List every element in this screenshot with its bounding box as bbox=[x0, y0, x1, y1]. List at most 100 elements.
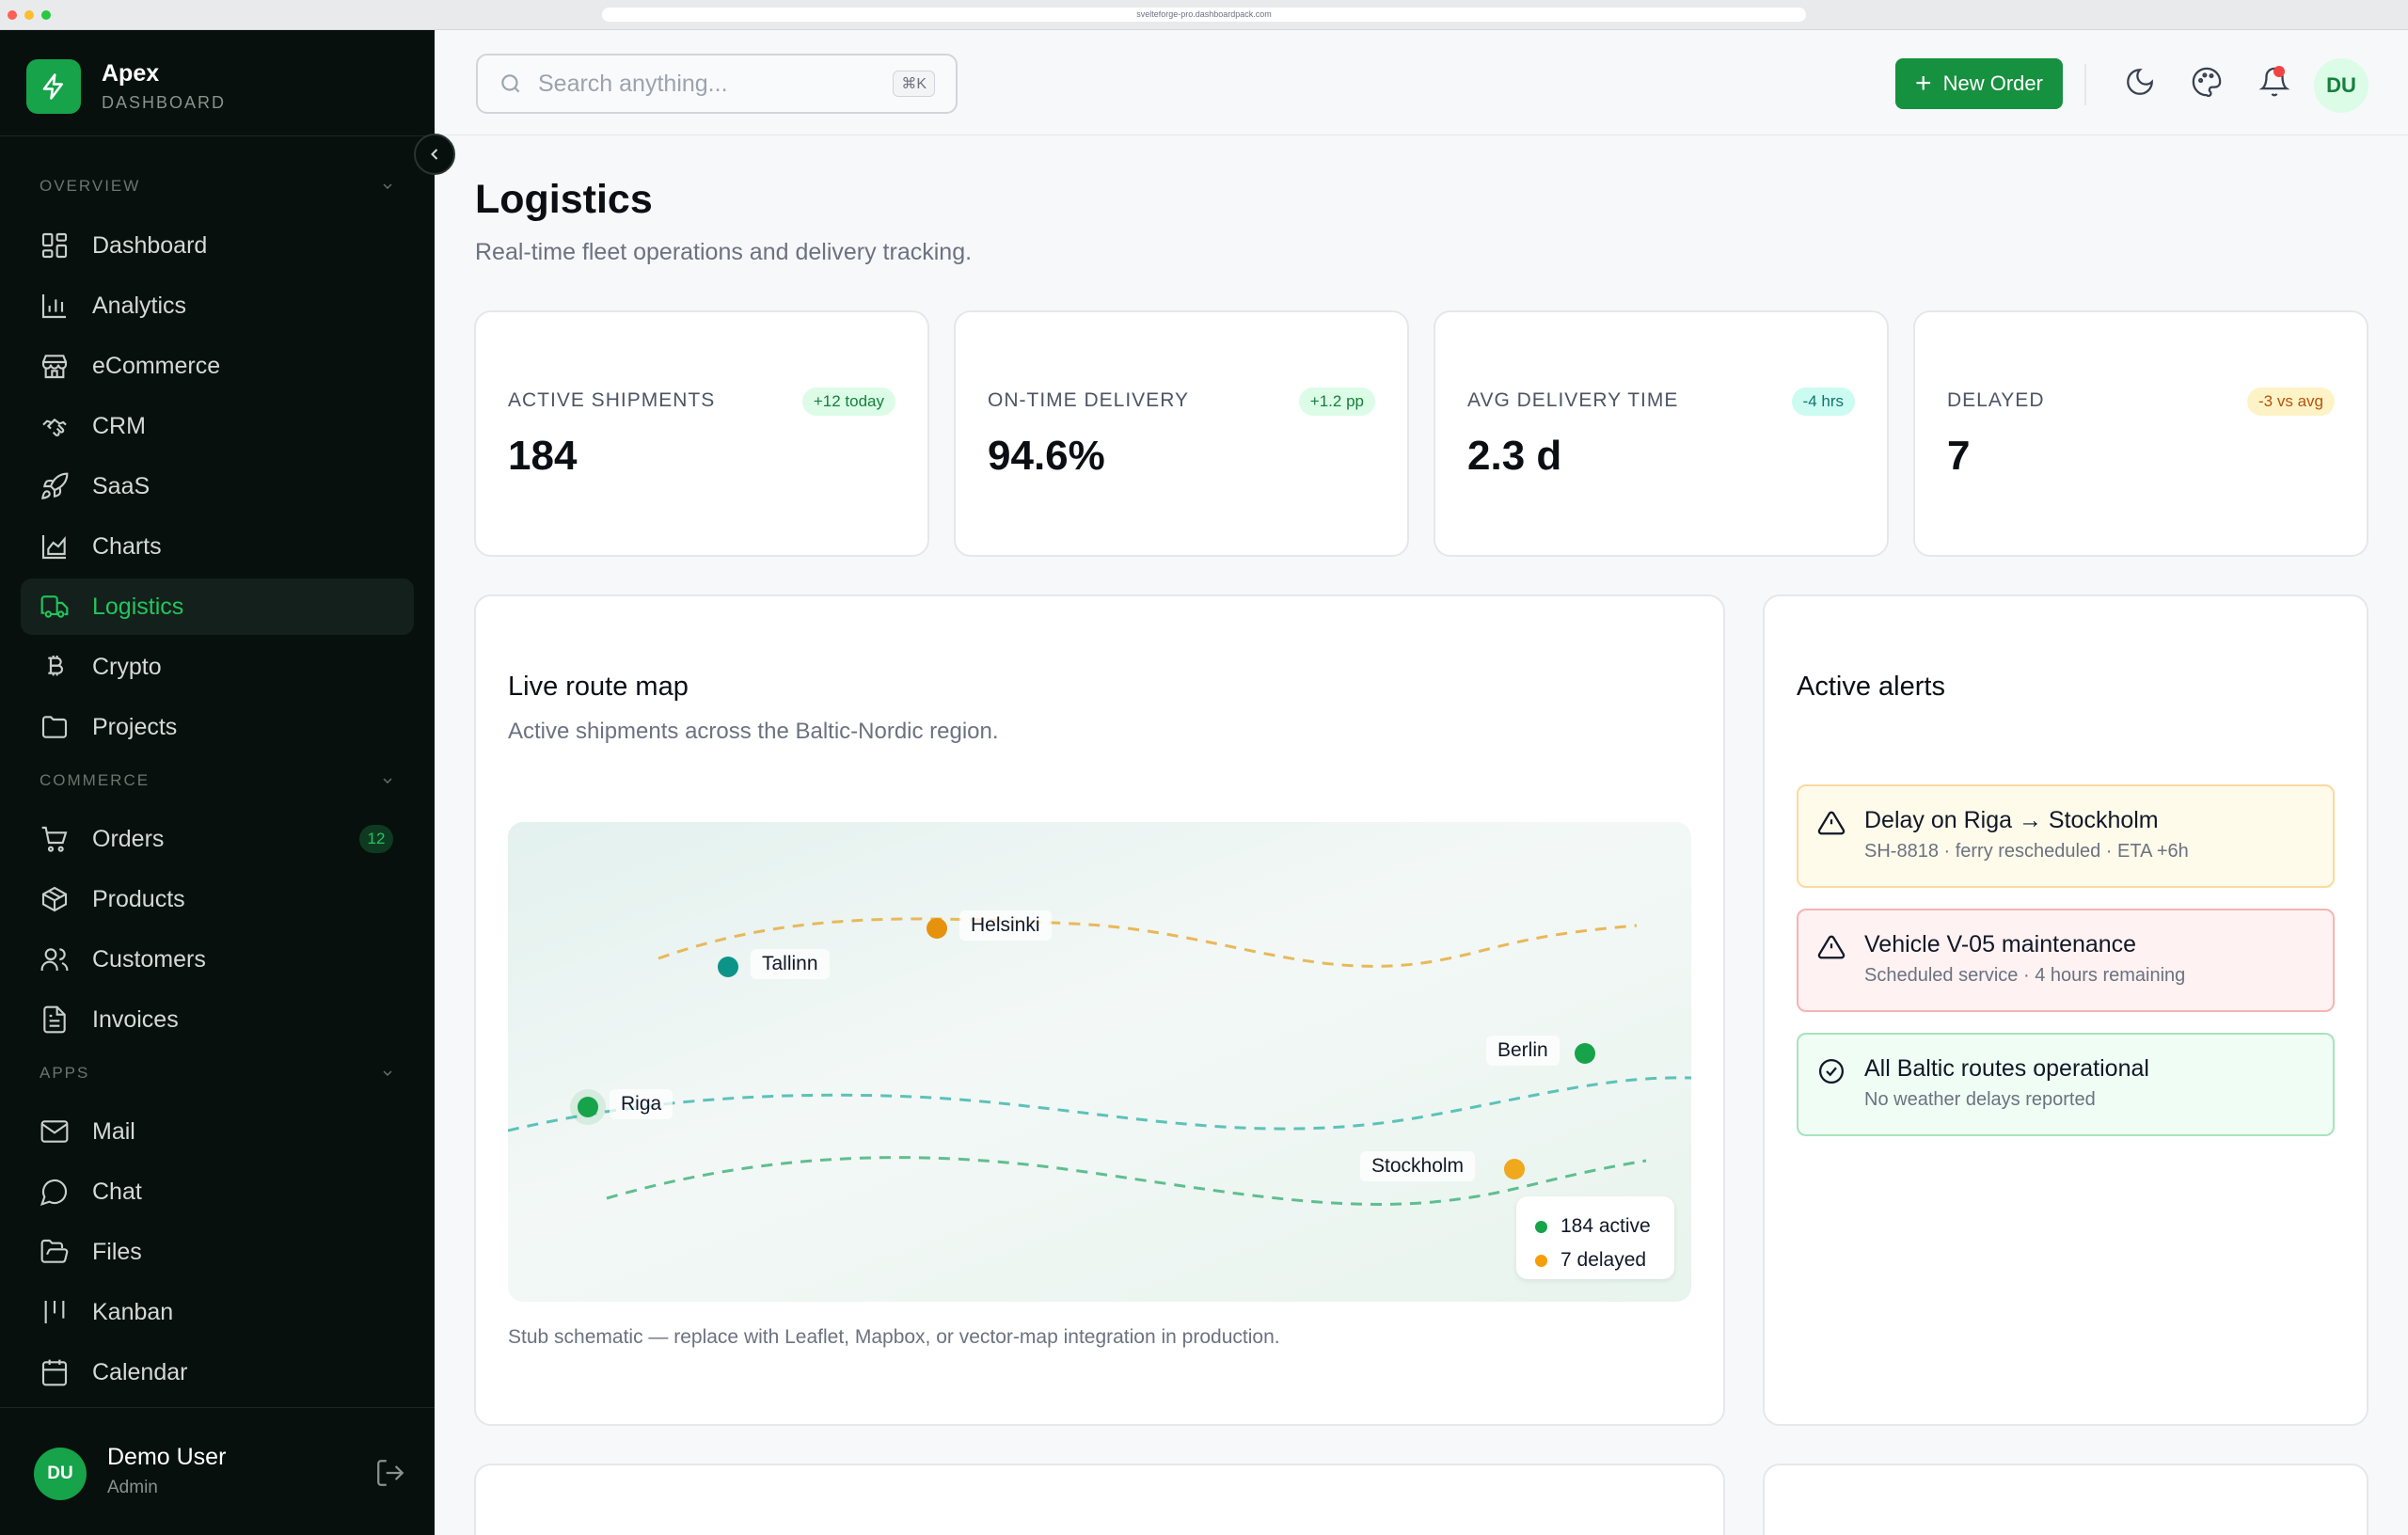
folder-icon bbox=[41, 716, 68, 738]
brand[interactable]: Apex DASHBOARD bbox=[26, 58, 226, 115]
user-profile[interactable]: DU Demo User Admin bbox=[0, 1407, 435, 1535]
sidebar-item-label: Crypto bbox=[92, 653, 162, 680]
alert-item-operational[interactable]: All Baltic routes operational No weather… bbox=[1797, 1033, 2335, 1136]
sidebar-collapse-button[interactable] bbox=[414, 134, 455, 175]
chat-icon bbox=[40, 1179, 68, 1207]
avatar[interactable]: DU bbox=[2314, 58, 2368, 113]
box-icon bbox=[41, 886, 68, 912]
sidebar-item-label: Files bbox=[92, 1238, 142, 1265]
search-icon bbox=[501, 74, 520, 93]
browser-chrome: svelteforge-pro.dashboardpack.com bbox=[0, 0, 2408, 30]
kpi-card-on-time-delivery: ON-TIME DELIVERY +1.2 pp 94.6% bbox=[954, 310, 1409, 557]
sidebar-item-charts[interactable]: Charts bbox=[21, 518, 414, 575]
sidebar-item-mail[interactable]: Mail bbox=[21, 1103, 414, 1160]
alert-item-delay[interactable]: Delay on Riga → Stockholm SH-8818 · ferr… bbox=[1797, 784, 2335, 888]
file-icon bbox=[43, 1005, 66, 1034]
map-marker-tallinn[interactable] bbox=[718, 957, 738, 977]
sidebar-item-crm[interactable]: CRM bbox=[21, 398, 414, 454]
section-label: OVERVIEW bbox=[40, 177, 141, 195]
bitcoin-icon bbox=[48, 656, 64, 676]
sidebar-item-products[interactable]: Products bbox=[21, 871, 414, 927]
sidebar-item-label: Products bbox=[92, 885, 185, 912]
sidebar-item-chat[interactable]: Chat bbox=[21, 1163, 414, 1220]
city-label-riga: Riga bbox=[610, 1089, 673, 1119]
kpi-card-avg-delivery-time: AVG DELIVERY TIME -4 hrs 2.3 d bbox=[1434, 310, 1889, 557]
palette-icon[interactable] bbox=[2191, 66, 2223, 98]
close-window-dot[interactable] bbox=[8, 10, 17, 20]
chevron-down-icon bbox=[383, 183, 392, 189]
sidebar-item-label: Projects bbox=[92, 713, 178, 740]
alert-subtitle: No weather delays reported bbox=[1864, 1089, 2096, 1110]
alert-title: Delay on Riga → Stockholm bbox=[1864, 807, 2159, 833]
section-header-overview[interactable]: OVERVIEW bbox=[40, 177, 395, 196]
map-marker-helsinki[interactable] bbox=[927, 918, 947, 939]
address-bar[interactable]: svelteforge-pro.dashboardpack.com bbox=[602, 8, 1806, 22]
warning-triangle-icon bbox=[1817, 935, 1846, 959]
brand-name: Apex bbox=[102, 60, 160, 87]
city-label-berlin: Berlin bbox=[1486, 1036, 1560, 1066]
section-header-apps[interactable]: APPS bbox=[40, 1064, 395, 1083]
sidebar-item-projects[interactable]: Projects bbox=[21, 699, 414, 755]
map-legend: 184 active 7 delayed bbox=[1516, 1196, 1674, 1279]
sidebar-item-calendar[interactable]: Calendar bbox=[21, 1344, 414, 1400]
shortcut-hint: ⌘K bbox=[893, 71, 935, 97]
new-order-button[interactable]: + New Order bbox=[1895, 58, 2063, 109]
brand-subtitle: DASHBOARD bbox=[102, 93, 227, 112]
sidebar-item-label: SaaS bbox=[92, 472, 150, 499]
card-title: Live route map bbox=[508, 672, 689, 702]
kpi-badge: -3 vs avg bbox=[2247, 388, 2335, 416]
sidebar-item-label: Orders bbox=[92, 825, 165, 852]
sidebar-item-kanban[interactable]: Kanban bbox=[21, 1284, 414, 1340]
alert-subtitle: SH-8818 · ferry rescheduled · ETA +6h bbox=[1864, 841, 2189, 862]
maximize-window-dot[interactable] bbox=[41, 10, 51, 20]
sidebar-item-dashboard[interactable]: Dashboard bbox=[21, 217, 414, 274]
kpi-badge: +1.2 pp bbox=[1298, 388, 1375, 416]
chevron-down-icon bbox=[383, 1070, 392, 1076]
avatar: DU bbox=[34, 1448, 87, 1500]
alert-subtitle: Scheduled service · 4 hours remaining bbox=[1864, 965, 2186, 986]
route-map[interactable]: Helsinki Tallinn Riga Berlin Stockholm 1… bbox=[508, 822, 1691, 1302]
sidebar-item-files[interactable]: Files bbox=[21, 1224, 414, 1280]
chevron-left-icon bbox=[431, 149, 438, 160]
sidebar-item-customers[interactable]: Customers bbox=[21, 931, 414, 988]
sidebar-item-analytics[interactable]: Analytics bbox=[21, 277, 414, 334]
sidebar-item-logistics[interactable]: Logistics bbox=[21, 578, 414, 635]
sidebar-item-ecommerce[interactable]: eCommerce bbox=[21, 338, 414, 394]
lower-card-left bbox=[474, 1464, 1725, 1535]
city-label-stockholm: Stockholm bbox=[1360, 1151, 1476, 1181]
kpi-value: 2.3 d bbox=[1467, 433, 1562, 479]
sidebar-item-label: Analytics bbox=[92, 292, 187, 319]
sidebar-item-orders[interactable]: Orders 12 bbox=[21, 811, 414, 867]
sidebar-item-saas[interactable]: SaaS bbox=[21, 458, 414, 514]
user-role: Admin bbox=[107, 1478, 158, 1497]
alert-title: All Baltic routes operational bbox=[1864, 1055, 2149, 1082]
search-input[interactable]: Search anything... ⌘K bbox=[476, 54, 958, 114]
section-header-commerce[interactable]: COMMERCE bbox=[40, 771, 395, 790]
sidebar-item-label: Chat bbox=[92, 1178, 142, 1205]
legend-swatch-active bbox=[1535, 1220, 1547, 1233]
sidebar-item-invoices[interactable]: Invoices bbox=[21, 991, 414, 1048]
store-icon bbox=[41, 355, 68, 379]
folder-open-icon bbox=[40, 1239, 69, 1263]
cart-icon bbox=[41, 826, 68, 852]
notification-dot bbox=[2273, 66, 2285, 77]
minimize-window-dot[interactable] bbox=[24, 10, 34, 20]
moon-icon[interactable] bbox=[2124, 66, 2156, 98]
sidebar-item-crypto[interactable]: Crypto bbox=[21, 639, 414, 695]
sidebar-item-label: Dashboard bbox=[92, 231, 208, 259]
truck-icon bbox=[40, 595, 69, 618]
route-map-card: Live route map Active shipments across t… bbox=[474, 594, 1725, 1426]
legend-active: 184 active bbox=[1560, 1215, 1651, 1237]
logout-icon[interactable] bbox=[374, 1457, 406, 1489]
sidebar-item-label: CRM bbox=[92, 412, 146, 439]
map-marker-stockholm[interactable] bbox=[1504, 1159, 1525, 1179]
kpi-label: ACTIVE SHIPMENTS bbox=[508, 389, 716, 411]
kpi-value: 94.6% bbox=[988, 433, 1105, 479]
page-subtitle: Real-time fleet operations and delivery … bbox=[475, 239, 973, 265]
map-marker-riga[interactable] bbox=[578, 1097, 598, 1117]
kpi-value: 7 bbox=[1947, 433, 1971, 479]
warning-triangle-icon bbox=[1817, 811, 1846, 835]
alert-item-maintenance[interactable]: Vehicle V-05 maintenance Scheduled servi… bbox=[1797, 909, 2335, 1012]
map-marker-berlin[interactable] bbox=[1575, 1043, 1595, 1064]
sidebar-item-label: eCommerce bbox=[92, 352, 221, 379]
